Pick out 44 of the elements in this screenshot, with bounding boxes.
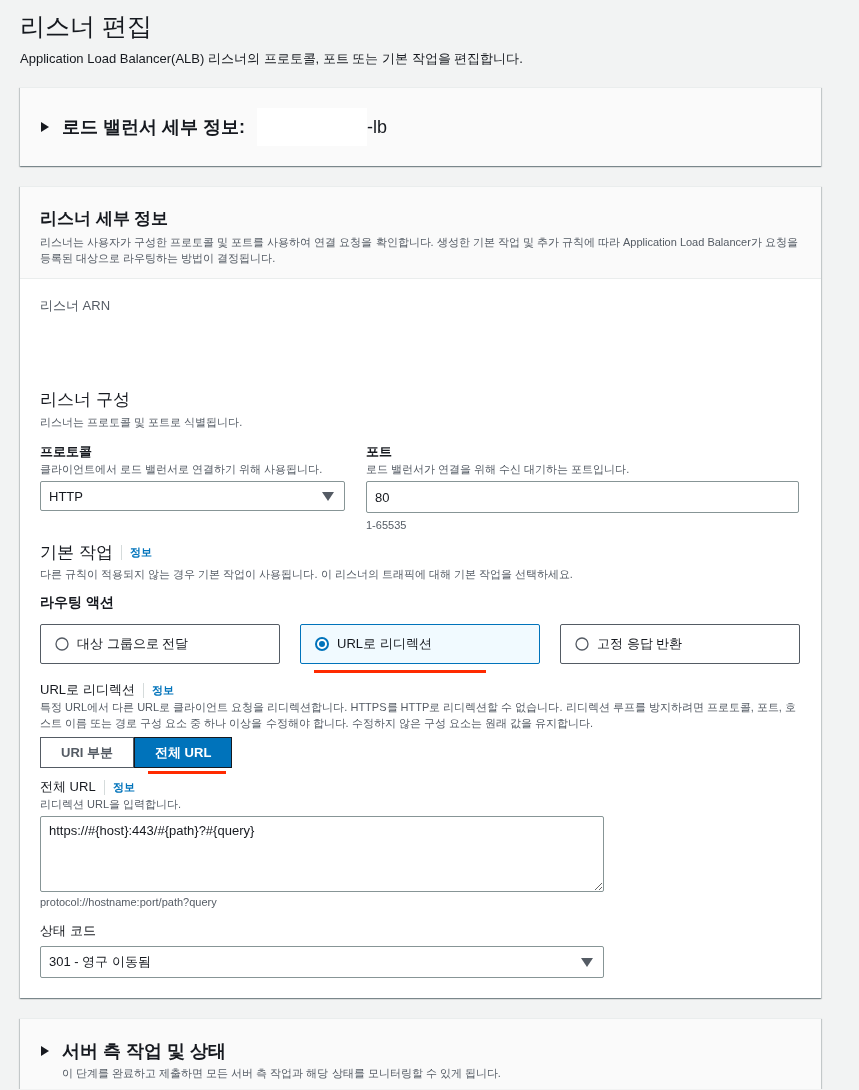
field-label: 리스너 ARN: [40, 297, 112, 315]
radio-option[interactable]: URL로 리디렉션: [300, 624, 540, 664]
field-description: 특정 URL에서 다른 URL로 클라이언트 요청을 리디렉션합니다. HTTPS를 HTTP로 리디렉션할 수 없습니다. 리디렉션 루프를 방지하려면 프로토콜, 포트, 호스트 이름 또는 경로 구성 요소 중 하나 이상을 수정해야 합니다. 수정하지 않은 구성 요소는 원래 값을 유지합니다.: [40, 700, 797, 731]
segment-button[interactable]: URI 부분: [40, 737, 134, 768]
radio-option[interactable]: 고정 응답 반환: [560, 624, 800, 664]
field-label: 상태 코드: [40, 922, 97, 940]
field-label: 라우팅 액션: [40, 594, 115, 612]
dropdown-caret-icon: [322, 491, 334, 501]
field-label: 프로토콜: [40, 444, 93, 461]
field-description: 로드 밸런서가 연결을 위해 수신 대기하는 포트입니다.: [366, 462, 631, 477]
caret-right-icon: [40, 1046, 50, 1056]
section-title: 리스너 세부 정보: [40, 208, 170, 230]
info-link[interactable]: 정보: [142, 682, 174, 698]
radio-selected-icon: [315, 637, 329, 651]
panel-description: 이 단계를 완료하고 제출하면 모든 서버 측 작업과 해당 상태를 모니터링할 수 있게 됩니다.: [62, 1066, 502, 1081]
subsection-description: 다른 규칙이 적용되지 않는 경우 기본 작업이 사용됩니다. 이 리스너의 트래픽에 대해 기본 작업을 선택하세요.: [40, 567, 574, 582]
field-hint: 1-65535: [366, 519, 408, 531]
field-description: 클라이언트에서 로드 밸런서로 연결하기 위해 사용됩니다.: [40, 462, 324, 477]
protocol-select[interactable]: HTTP: [40, 481, 345, 511]
info-link[interactable]: 정보: [120, 545, 152, 560]
section-description: 리스너는 사용자가 구성한 프로토콜 및 포트를 사용하여 연결 요청을 확인합니다. 생성한 기본 작업 및 추가 규칙에 따라 Application Load Balancer가 요청을 등록된 대상으로 라우팅하는 방법이 결정됩니다.: [40, 235, 799, 266]
subsection-title: 기본 작업: [40, 542, 113, 564]
dropdown-caret-icon: [581, 957, 593, 967]
info-link[interactable]: 정보: [103, 779, 135, 795]
page-title: 리스너 편집: [20, 11, 153, 42]
panel-title: 서버 측 작업 및 상태: [62, 1040, 226, 1063]
segment-button[interactable]: 전체 URL: [134, 737, 233, 768]
load-balancer-name: -lb: [367, 116, 387, 138]
field-hint: protocol://hostname:port/path?query: [40, 896, 218, 908]
radio-icon: [55, 637, 69, 651]
radio-option[interactable]: 대상 그룹으로 전달: [40, 624, 280, 664]
subsection-title: 리스너 구성: [40, 389, 131, 411]
status-code-select[interactable]: 301 - 영구 이동됨: [40, 946, 604, 978]
field-label: URL로 리디렉션: [40, 681, 135, 699]
page-description: Application Load Balancer(ALB) 리스너의 프로토콜, 포트 또는 기본 작업을 편집합니다.: [20, 50, 524, 68]
radio-icon: [575, 637, 589, 651]
caret-right-icon: [40, 122, 50, 132]
field-description: 리디렉션 URL을 입력합니다.: [40, 797, 183, 812]
field-label: 전체 URL: [40, 778, 96, 796]
subsection-description: 리스너는 프로토콜 및 포트로 식별됩니다.: [40, 415, 244, 430]
expand-toggle[interactable]: 서버 측 작업 및 상태: [40, 1039, 801, 1063]
port-input[interactable]: 80: [366, 481, 799, 513]
field-label: 포트: [366, 444, 393, 461]
url-input[interactable]: https://#{host}:443/#{path}?#{query}: [40, 816, 604, 892]
